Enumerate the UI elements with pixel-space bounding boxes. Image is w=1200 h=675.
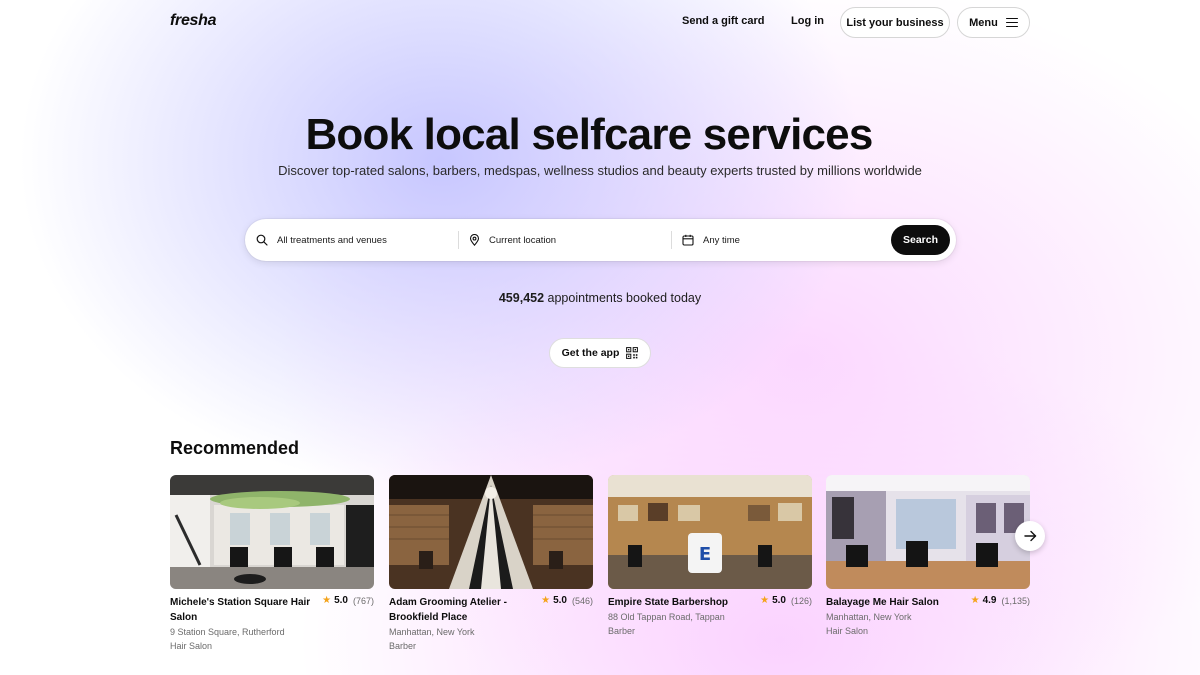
search-bar: All treatments and venues Current locati…	[245, 219, 956, 261]
carousel-next-button[interactable]	[1015, 521, 1045, 551]
venue-card[interactable]: E Empire State Barbershop ★ 5.0 (126) 88…	[608, 475, 812, 638]
rating-score: 5.0	[553, 595, 567, 606]
review-count: (126)	[790, 595, 812, 606]
venue-category: Barber	[608, 626, 636, 636]
venue-category: Barber	[389, 641, 417, 651]
treatments-input[interactable]: All treatments and venues	[256, 219, 456, 261]
get-app-label: Get the app	[561, 347, 620, 359]
rating-score: 5.0	[334, 595, 348, 606]
venue-image	[389, 475, 593, 589]
time-placeholder: Any time	[703, 234, 740, 246]
hero-title: Book local selfcare services	[305, 110, 873, 159]
arrow-right-icon	[1023, 530, 1037, 542]
location-input[interactable]: Current location	[469, 219, 669, 261]
venue-rating: ★ 5.0 (126)	[760, 595, 812, 606]
venue-address: 9 Station Square, Rutherford	[170, 627, 285, 637]
star-icon: ★	[541, 595, 551, 606]
map-pin-icon	[469, 234, 480, 246]
review-count: (1,135)	[1001, 595, 1030, 606]
venue-address: Manhattan, New York	[389, 627, 475, 637]
venue-rating: ★ 4.9 (1,135)	[971, 595, 1030, 606]
time-input[interactable]: Any time	[682, 219, 882, 261]
list-business-button[interactable]: List your business	[840, 7, 950, 38]
venue-card[interactable]: Michele's Station Square Hair Salon ★ 5.…	[170, 475, 374, 653]
search-icon	[256, 234, 268, 246]
header: fresha Send a gift card Log in List your…	[0, 0, 1200, 44]
divider	[458, 231, 459, 249]
qr-code-icon	[626, 347, 639, 359]
venue-card[interactable]: Balayage Me Hair Salon ★ 4.9 (1,135) Man…	[826, 475, 1030, 638]
venue-category: Hair Salon	[170, 641, 213, 651]
venue-address: Manhattan, New York	[826, 612, 912, 622]
rating-score: 5.0	[772, 595, 786, 606]
venue-card[interactable]: Adam Grooming Atelier - Brookfield Place…	[389, 475, 593, 653]
get-app-button[interactable]: Get the app	[549, 338, 651, 368]
send-gift-card-link[interactable]: Send a gift card	[682, 15, 765, 27]
venue-image	[170, 475, 374, 589]
divider	[671, 231, 672, 249]
venue-name: Michele's Station Square Hair Salon	[170, 597, 311, 623]
venue-image: E	[608, 475, 812, 589]
star-icon: ★	[970, 595, 980, 606]
menu-button[interactable]: Menu	[957, 7, 1030, 38]
venue-category: Hair Salon	[826, 626, 869, 636]
appointments-count: 459,452	[498, 291, 545, 305]
logo[interactable]: fresha	[170, 12, 217, 30]
star-icon: ★	[322, 595, 332, 606]
review-count: (767)	[352, 595, 374, 606]
page: fresha Send a gift card Log in List your…	[0, 0, 1200, 675]
login-link[interactable]: Log in	[791, 15, 824, 27]
treatments-placeholder: All treatments and venues	[277, 234, 387, 246]
venue-name: Balayage Me Hair Salon	[826, 597, 939, 608]
venue-name: Empire State Barbershop	[608, 597, 729, 608]
star-icon: ★	[760, 595, 770, 606]
recommended-heading: Recommended	[170, 438, 300, 458]
hero-subtitle: Discover top-rated salons, barbers, meds…	[278, 163, 922, 178]
review-count: (546)	[571, 595, 593, 606]
venue-rating: ★ 5.0 (767)	[322, 595, 374, 606]
search-button[interactable]: Search	[891, 225, 950, 255]
location-placeholder: Current location	[489, 234, 557, 246]
hamburger-icon	[1005, 18, 1018, 27]
menu-label: Menu	[969, 16, 998, 29]
svg-text:E: E	[699, 544, 711, 565]
rating-score: 4.9	[982, 595, 997, 606]
venue-name: Adam Grooming Atelier - Brookfield Place	[389, 597, 507, 623]
venue-image	[826, 475, 1030, 589]
appointments-label: appointments booked today	[547, 291, 702, 305]
calendar-icon	[682, 234, 694, 246]
appointments-stat: 459,452 appointments booked today	[0, 291, 1200, 305]
venue-address: 88 Old Tappan Road, Tappan	[608, 612, 725, 622]
list-business-label: List your business	[846, 16, 944, 29]
venue-rating: ★ 5.0 (546)	[541, 595, 593, 606]
